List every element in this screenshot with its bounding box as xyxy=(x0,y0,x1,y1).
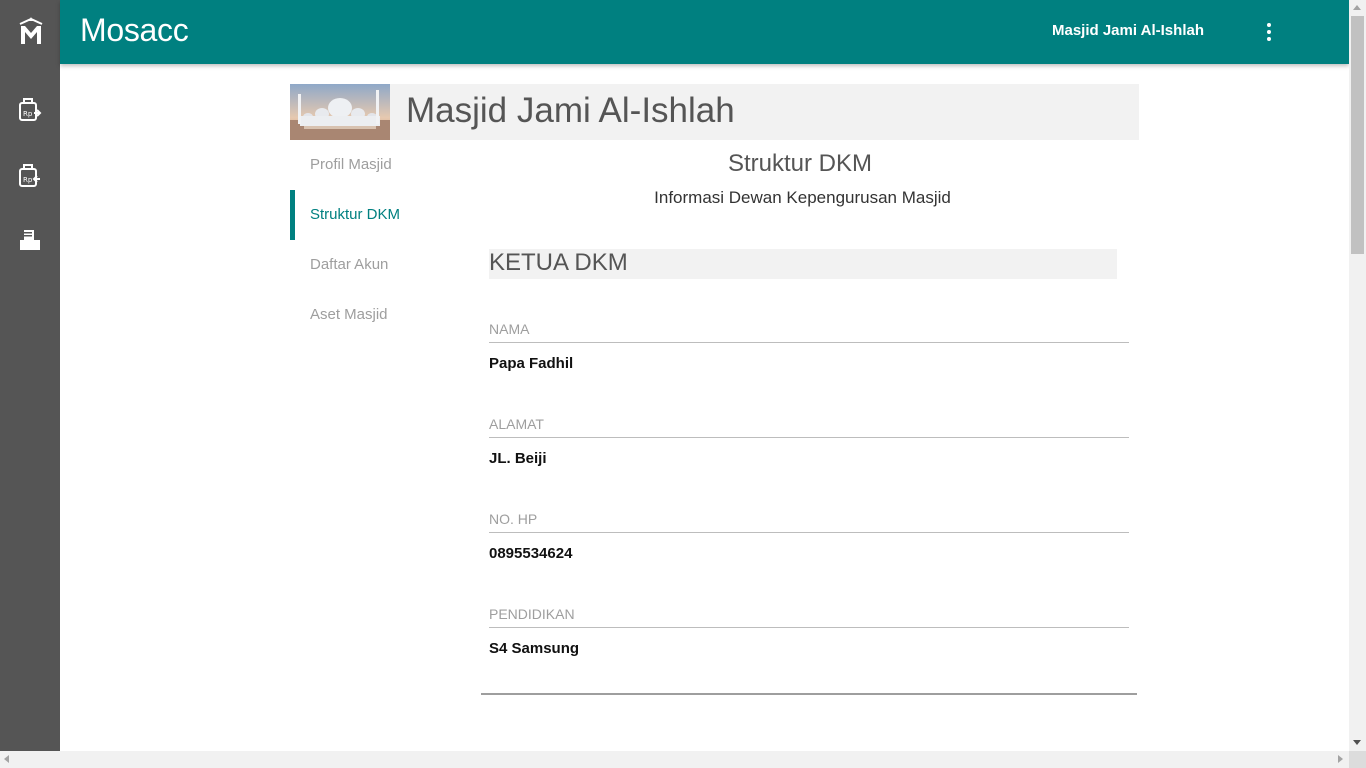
menu-item-aset-masjid[interactable]: Aset Masjid xyxy=(290,290,470,340)
mosacc-logo-icon[interactable] xyxy=(18,16,44,46)
field-value: S4 Samsung xyxy=(489,640,580,657)
field-alamat: ALAMAT JL. Beiji xyxy=(489,416,1129,467)
section-subtitle: Informasi Dewan Kepengurusan Masjid xyxy=(654,188,951,207)
scroll-right-icon[interactable] xyxy=(1338,755,1343,763)
field-label: NAMA xyxy=(489,321,1129,343)
field-label: NO. HP xyxy=(489,511,1129,533)
top-app-bar: Mosacc Masjid Jami Al-Ishlah xyxy=(60,0,1349,64)
brand-title[interactable]: Mosacc xyxy=(80,12,189,49)
scroll-down-icon[interactable] xyxy=(1353,740,1361,745)
finance-in-icon[interactable]: Rp xyxy=(18,96,42,122)
mosque-photo xyxy=(290,84,390,140)
field-value: Papa Fadhil xyxy=(489,355,574,372)
profile-side-menu: Profil Masjid Struktur DKM Daftar Akun A… xyxy=(290,140,470,340)
horizontal-scrollbar[interactable] xyxy=(0,751,1349,768)
menu-item-daftar-akun[interactable]: Daftar Akun xyxy=(290,240,470,290)
finance-out-icon[interactable]: Rp xyxy=(18,162,42,188)
section-title: Struktur DKM xyxy=(727,150,873,177)
more-vert-icon[interactable] xyxy=(1258,20,1282,44)
menu-item-profil-masjid[interactable]: Profil Masjid xyxy=(290,140,470,190)
field-value: JL. Beiji xyxy=(489,450,547,467)
menu-item-struktur-dkm[interactable]: Struktur DKM xyxy=(290,190,470,240)
account-title: Masjid Jami Al-Ishlah xyxy=(1052,22,1204,39)
field-nama: NAMA Papa Fadhil xyxy=(489,321,1129,372)
field-value: 0895534624 xyxy=(489,545,573,562)
field-label: ALAMAT xyxy=(489,416,1129,438)
vertical-scrollbar[interactable] xyxy=(1349,0,1366,751)
svg-text:Rp: Rp xyxy=(23,176,33,184)
divider xyxy=(481,693,1137,695)
field-label: PENDIDIKAN xyxy=(489,606,1129,628)
scrollbar-corner xyxy=(1349,751,1366,768)
field-no-hp: NO. HP 0895534624 xyxy=(489,511,1129,562)
side-rail: Rp Rp xyxy=(0,0,60,751)
scroll-left-icon[interactable] xyxy=(4,755,9,763)
mosque-title: Masjid Jami Al-Ishlah xyxy=(406,91,735,130)
field-pendidikan: PENDIDIKAN S4 Samsung xyxy=(489,606,1129,657)
report-icon[interactable] xyxy=(18,228,42,254)
scroll-up-icon[interactable] xyxy=(1353,5,1361,10)
mosque-header-card: Masjid Jami Al-Ishlah xyxy=(290,84,1139,140)
svg-text:Rp: Rp xyxy=(23,110,33,118)
vertical-scroll-thumb[interactable] xyxy=(1351,16,1364,254)
ketua-section-heading: KETUA DKM xyxy=(489,249,1117,279)
